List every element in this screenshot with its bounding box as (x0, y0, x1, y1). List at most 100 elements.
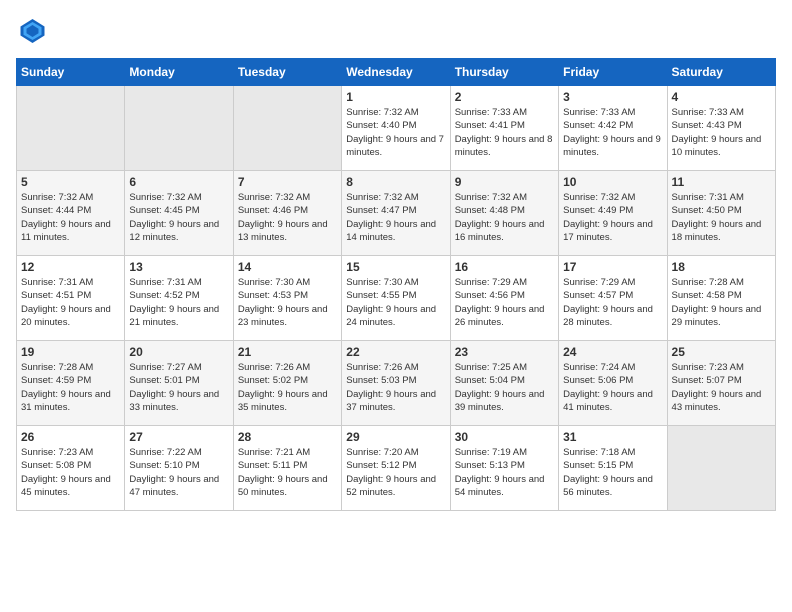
calendar-cell: 18 Sunrise: 7:28 AM Sunset: 4:58 PM Dayli… (667, 256, 775, 341)
day-number: 8 (346, 175, 445, 189)
calendar-cell: 14Sunrise: 7:30 AM Sunset: 4:53 PM Dayli… (233, 256, 341, 341)
day-info: Sunrise: 7:29 AM Sunset: 4:57 PM Dayligh… (563, 276, 662, 329)
calendar-cell: 28 Sunrise: 7:21 AM Sunset: 5:11 PM Dayli… (233, 426, 341, 511)
day-info: Sunrise: 7:26 AM Sunset: 5:03 PM Dayligh… (346, 361, 445, 414)
day-number: 4 (672, 90, 771, 104)
day-info: Sunrise: 7:31 AM Sunset: 4:52 PM Dayligh… (129, 276, 228, 329)
day-info: Sunrise: 7:28 AM Sunset: 4:58 PM Dayligh… (672, 276, 771, 329)
day-info: Sunrise: 7:22 AM Sunset: 5:10 PM Dayligh… (129, 446, 228, 499)
calendar-body: 1 Sunrise: 7:32 AM Sunset: 4:40 PM Daylig… (17, 86, 776, 511)
day-number: 20 (129, 345, 228, 359)
calendar-cell: 9 Sunrise: 7:32 AM Sunset: 4:48 PM Daylig… (450, 171, 558, 256)
day-info: Sunrise: 7:32 AM Sunset: 4:49 PM Dayligh… (563, 191, 662, 244)
day-info: Sunrise: 7:32 AM Sunset: 4:46 PM Dayligh… (238, 191, 337, 244)
calendar-cell: 15 Sunrise: 7:30 AM Sunset: 4:55 PM Dayli… (342, 256, 450, 341)
calendar-cell: 22 Sunrise: 7:26 AM Sunset: 5:03 PM Dayli… (342, 341, 450, 426)
weekday-header: Saturday (667, 59, 775, 86)
calendar-cell: 27 Sunrise: 7:22 AM Sunset: 5:10 PM Dayli… (125, 426, 233, 511)
calendar-cell: 16 Sunrise: 7:29 AM Sunset: 4:56 PM Dayli… (450, 256, 558, 341)
calendar-cell: 21 Sunrise: 7:26 AM Sunset: 5:02 PM Dayli… (233, 341, 341, 426)
day-number: 22 (346, 345, 445, 359)
day-info: Sunrise: 7:30 AM Sunset: 4:55 PM Dayligh… (346, 276, 445, 329)
calendar-cell (667, 426, 775, 511)
day-info: Sunrise: 7:33 AM Sunset: 4:41 PM Dayligh… (455, 106, 554, 159)
day-info: Sunrise: 7:30 AM Sunset: 4:53 PM Dayligh… (238, 276, 337, 329)
weekday-header: Friday (559, 59, 667, 86)
day-info: Sunrise: 7:33 AM Sunset: 4:43 PM Dayligh… (672, 106, 771, 159)
day-number: 26 (21, 430, 120, 444)
day-info: Sunrise: 7:32 AM Sunset: 4:44 PM Dayligh… (21, 191, 120, 244)
calendar-cell: 8Sunrise: 7:32 AM Sunset: 4:47 PM Daylig… (342, 171, 450, 256)
day-info: Sunrise: 7:24 AM Sunset: 5:06 PM Dayligh… (563, 361, 662, 414)
day-info: Sunrise: 7:18 AM Sunset: 5:15 PM Dayligh… (563, 446, 662, 499)
day-info: Sunrise: 7:23 AM Sunset: 5:08 PM Dayligh… (21, 446, 120, 499)
calendar-cell: 1 Sunrise: 7:32 AM Sunset: 4:40 PM Daylig… (342, 86, 450, 171)
calendar-cell: 5 Sunrise: 7:32 AM Sunset: 4:44 PM Daylig… (17, 171, 125, 256)
day-number: 30 (455, 430, 554, 444)
day-number: 11 (672, 175, 771, 189)
calendar-cell: 13 Sunrise: 7:31 AM Sunset: 4:52 PM Dayli… (125, 256, 233, 341)
day-number: 9 (455, 175, 554, 189)
calendar-cell: 29Sunrise: 7:20 AM Sunset: 5:12 PM Dayli… (342, 426, 450, 511)
calendar-cell: 20 Sunrise: 7:27 AM Sunset: 5:01 PM Dayli… (125, 341, 233, 426)
calendar-cell: 23 Sunrise: 7:25 AM Sunset: 5:04 PM Dayli… (450, 341, 558, 426)
calendar-week-row: 26 Sunrise: 7:23 AM Sunset: 5:08 PM Dayli… (17, 426, 776, 511)
day-info: Sunrise: 7:26 AM Sunset: 5:02 PM Dayligh… (238, 361, 337, 414)
day-number: 10 (563, 175, 662, 189)
calendar-cell: 31 Sunrise: 7:18 AM Sunset: 5:15 PM Dayli… (559, 426, 667, 511)
calendar-week-row: 12 Sunrise: 7:31 AM Sunset: 4:51 PM Dayli… (17, 256, 776, 341)
day-info: Sunrise: 7:28 AM Sunset: 4:59 PM Dayligh… (21, 361, 120, 414)
day-number: 2 (455, 90, 554, 104)
calendar-cell: 6Sunrise: 7:32 AM Sunset: 4:45 PM Daylig… (125, 171, 233, 256)
day-number: 27 (129, 430, 228, 444)
calendar-cell: 4 Sunrise: 7:33 AM Sunset: 4:43 PM Daylig… (667, 86, 775, 171)
day-number: 21 (238, 345, 337, 359)
day-info: Sunrise: 7:27 AM Sunset: 5:01 PM Dayligh… (129, 361, 228, 414)
calendar-cell: 19 Sunrise: 7:28 AM Sunset: 4:59 PM Dayli… (17, 341, 125, 426)
day-number: 13 (129, 260, 228, 274)
day-number: 18 (672, 260, 771, 274)
day-info: Sunrise: 7:25 AM Sunset: 5:04 PM Dayligh… (455, 361, 554, 414)
day-number: 12 (21, 260, 120, 274)
weekday-header-row: SundayMondayTuesdayWednesdayThursdayFrid… (17, 59, 776, 86)
weekday-header: Monday (125, 59, 233, 86)
day-number: 17 (563, 260, 662, 274)
day-number: 15 (346, 260, 445, 274)
day-number: 5 (21, 175, 120, 189)
calendar-week-row: 19 Sunrise: 7:28 AM Sunset: 4:59 PM Dayli… (17, 341, 776, 426)
day-number: 31 (563, 430, 662, 444)
day-info: Sunrise: 7:32 AM Sunset: 4:48 PM Dayligh… (455, 191, 554, 244)
day-number: 28 (238, 430, 337, 444)
day-info: Sunrise: 7:31 AM Sunset: 4:51 PM Dayligh… (21, 276, 120, 329)
day-info: Sunrise: 7:32 AM Sunset: 4:40 PM Dayligh… (346, 106, 445, 159)
weekday-header: Wednesday (342, 59, 450, 86)
day-number: 1 (346, 90, 445, 104)
day-info: Sunrise: 7:31 AM Sunset: 4:50 PM Dayligh… (672, 191, 771, 244)
day-number: 19 (21, 345, 120, 359)
calendar-thead: SundayMondayTuesdayWednesdayThursdayFrid… (17, 59, 776, 86)
calendar-cell: 24Sunrise: 7:24 AM Sunset: 5:06 PM Dayli… (559, 341, 667, 426)
day-info: Sunrise: 7:29 AM Sunset: 4:56 PM Dayligh… (455, 276, 554, 329)
day-number: 25 (672, 345, 771, 359)
calendar-table: SundayMondayTuesdayWednesdayThursdayFrid… (16, 58, 776, 511)
day-number: 23 (455, 345, 554, 359)
day-info: Sunrise: 7:32 AM Sunset: 4:45 PM Dayligh… (129, 191, 228, 244)
calendar-cell: 25 Sunrise: 7:23 AM Sunset: 5:07 PM Dayli… (667, 341, 775, 426)
calendar-cell: 17 Sunrise: 7:29 AM Sunset: 4:57 PM Dayli… (559, 256, 667, 341)
header-area (16, 16, 776, 46)
day-info: Sunrise: 7:19 AM Sunset: 5:13 PM Dayligh… (455, 446, 554, 499)
calendar-cell: 26 Sunrise: 7:23 AM Sunset: 5:08 PM Dayli… (17, 426, 125, 511)
day-info: Sunrise: 7:21 AM Sunset: 5:11 PM Dayligh… (238, 446, 337, 499)
day-info: Sunrise: 7:23 AM Sunset: 5:07 PM Dayligh… (672, 361, 771, 414)
weekday-header: Sunday (17, 59, 125, 86)
calendar-week-row: 1 Sunrise: 7:32 AM Sunset: 4:40 PM Daylig… (17, 86, 776, 171)
day-number: 29 (346, 430, 445, 444)
calendar-cell: 11 Sunrise: 7:31 AM Sunset: 4:50 PM Dayli… (667, 171, 775, 256)
logo (16, 16, 50, 46)
day-info: Sunrise: 7:33 AM Sunset: 4:42 PM Dayligh… (563, 106, 662, 159)
calendar-cell: 10 Sunrise: 7:32 AM Sunset: 4:49 PM Dayli… (559, 171, 667, 256)
calendar-week-row: 5 Sunrise: 7:32 AM Sunset: 4:44 PM Daylig… (17, 171, 776, 256)
calendar-cell: 7Sunrise: 7:32 AM Sunset: 4:46 PM Daylig… (233, 171, 341, 256)
day-number: 16 (455, 260, 554, 274)
calendar-cell: 2 Sunrise: 7:33 AM Sunset: 4:41 PM Daylig… (450, 86, 558, 171)
